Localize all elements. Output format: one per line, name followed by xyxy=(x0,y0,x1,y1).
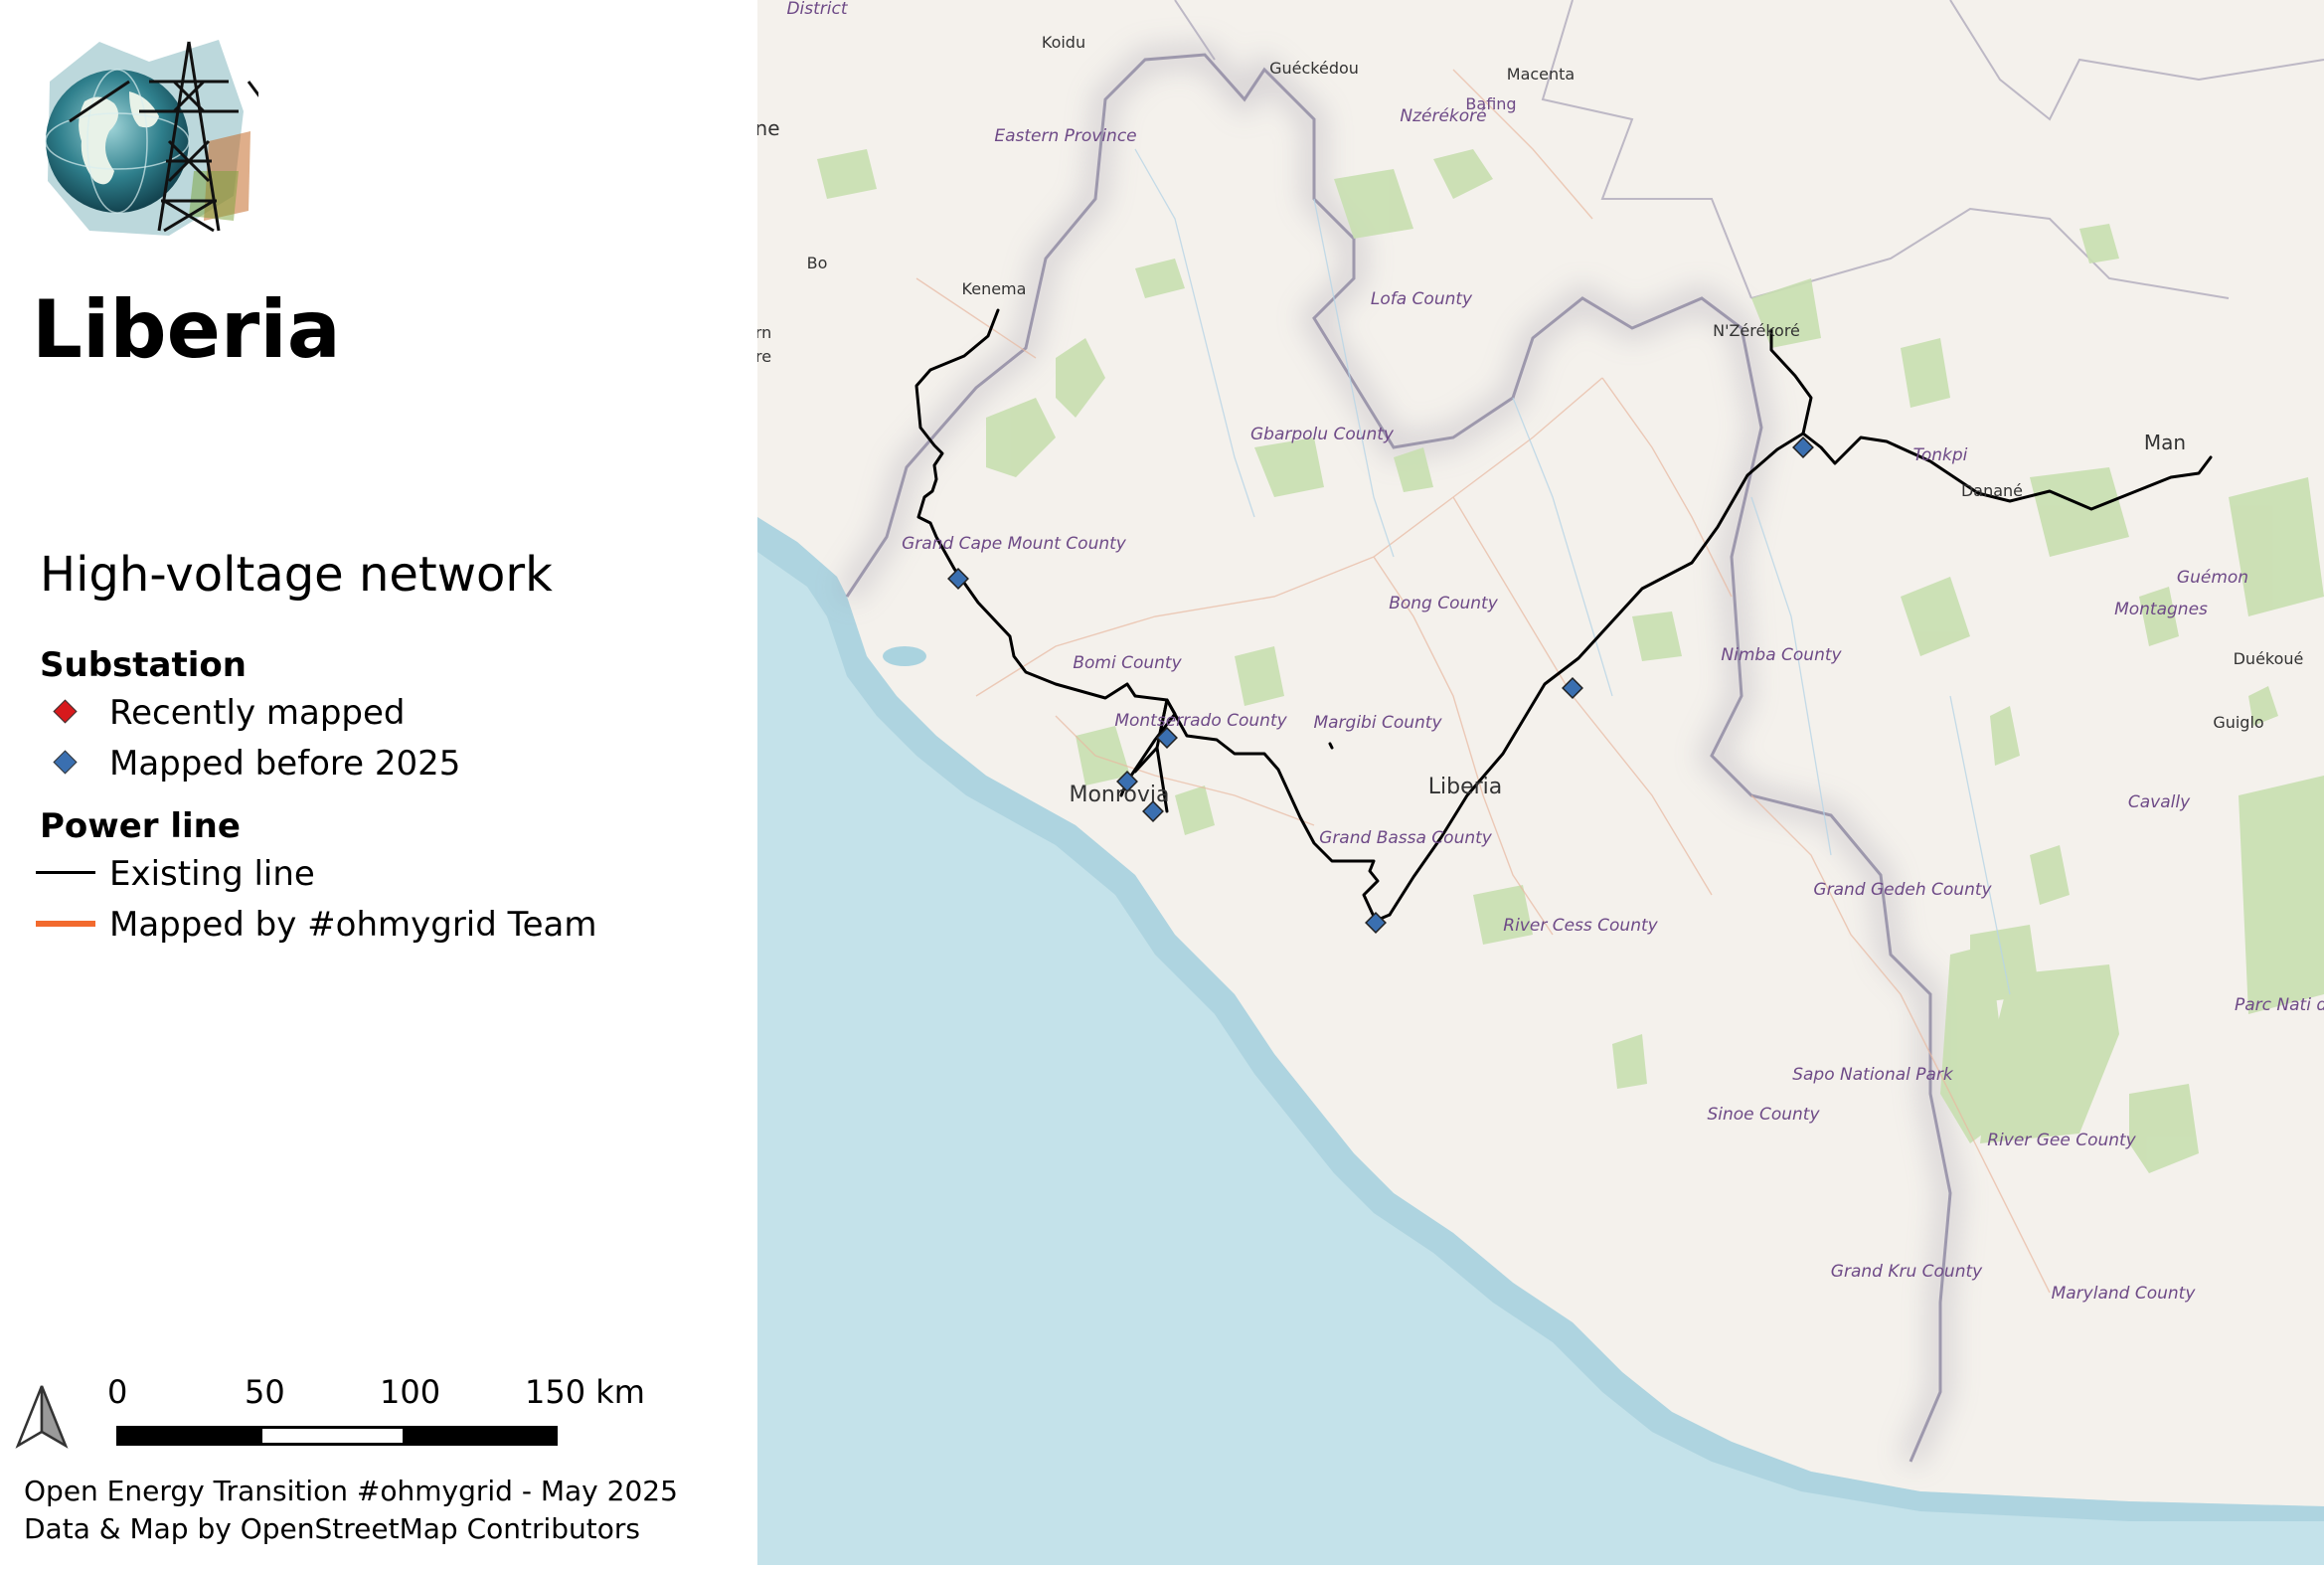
label-duekoue: Duékoué xyxy=(2234,649,2304,668)
label-guemon: Guémon xyxy=(2177,568,2248,588)
label-eastern-province: Eastern Province xyxy=(994,126,1136,146)
label-montserrado: Montserrado County xyxy=(1114,711,1287,731)
label-lofa: Lofa County xyxy=(1371,289,1473,309)
label-margibi: Margibi County xyxy=(1313,713,1442,733)
label-grand-cape-mount: Grand Cape Mount County xyxy=(902,534,1127,554)
map-canvas[interactable]: District Eastern Province Lofa County Gb… xyxy=(755,0,2324,1565)
label-re: re xyxy=(757,347,771,366)
label-guiglo: Guiglo xyxy=(2213,713,2263,732)
label-bo: Bo xyxy=(807,254,828,272)
label-montagnes: Montagnes xyxy=(2114,600,2208,619)
legend-power-line-header: Power line xyxy=(40,806,241,846)
scale-label-100: 100 xyxy=(380,1373,441,1411)
label-bong: Bong County xyxy=(1389,594,1499,613)
label-bafing: Bafing xyxy=(1465,94,1516,113)
label-river-cess: River Cess County xyxy=(1503,916,1658,936)
label-ne: ne xyxy=(757,116,779,140)
label-grand-gedeh: Grand Gedeh County xyxy=(1813,880,1992,900)
label-grand-kru: Grand Kru County xyxy=(1831,1262,1983,1282)
label-rn: rn xyxy=(757,323,771,342)
label-monrovia: Monrovia xyxy=(1069,783,1169,807)
label-sapo: Sapo National Park xyxy=(1792,1065,1954,1085)
label-tonkpi: Tonkpi xyxy=(1913,445,1968,465)
legend-panel: Liberia High-voltage network Substation … xyxy=(0,0,757,1565)
label-cavally: Cavally xyxy=(2128,792,2191,812)
mapped-before-substation-symbol xyxy=(53,750,78,775)
power-line-segment xyxy=(1328,742,1334,750)
credits-line-1: Open Energy Transition #ohmygrid - May 2… xyxy=(24,1475,678,1507)
label-nzerekore-city: N'Zérékoré xyxy=(1713,321,1800,340)
label-man: Man xyxy=(2144,431,2186,454)
label-nimba: Nimba County xyxy=(1721,645,1842,665)
legend-title: High-voltage network xyxy=(40,547,553,603)
legend-recently-mapped: Recently mapped xyxy=(109,693,406,733)
label-macenta: Macenta xyxy=(1507,65,1575,84)
label-sinoe: Sinoe County xyxy=(1707,1105,1820,1125)
scale-label-150: 150 km xyxy=(525,1373,645,1411)
label-district: District xyxy=(786,0,848,19)
recently-mapped-substation-symbol xyxy=(53,699,78,724)
label-koidu: Koidu xyxy=(1042,33,1085,52)
team-line-symbol xyxy=(36,921,95,927)
label-maryland: Maryland County xyxy=(2052,1284,2197,1304)
legend-mapped-before: Mapped before 2025 xyxy=(109,744,461,784)
label-grand-bassa: Grand Bassa County xyxy=(1319,828,1493,848)
existing-line-symbol xyxy=(36,871,95,874)
legend-mapped-by-team: Mapped by #ohmygrid Team xyxy=(109,905,597,945)
label-river-gee: River Gee County xyxy=(1987,1131,2136,1150)
label-parc-national: Parc Nati de Ta xyxy=(2235,995,2324,1015)
scale-segment-3 xyxy=(403,1426,558,1446)
grid-globe-logo xyxy=(30,22,265,251)
label-bomi: Bomi County xyxy=(1073,653,1182,673)
label-liberia: Liberia xyxy=(1428,775,1503,799)
north-arrow-icon xyxy=(14,1382,70,1452)
scale-segment-1 xyxy=(116,1426,262,1446)
credits-line-2: Data & Map by OpenStreetMap Contributors xyxy=(24,1512,641,1545)
scale-label-0: 0 xyxy=(107,1373,128,1411)
lake-piso xyxy=(883,646,926,666)
label-gbarpolu: Gbarpolu County xyxy=(1250,425,1395,444)
legend-existing-line: Existing line xyxy=(109,854,315,894)
label-kenema: Kenema xyxy=(962,279,1027,298)
label-danane: Danané xyxy=(1961,481,2023,500)
scale-segment-2 xyxy=(259,1426,406,1446)
label-gueckedou: Guéckédou xyxy=(1269,59,1359,78)
legend-substation-header: Substation xyxy=(40,645,247,685)
map-title: Liberia xyxy=(32,283,341,376)
scale-label-50: 50 xyxy=(245,1373,285,1411)
